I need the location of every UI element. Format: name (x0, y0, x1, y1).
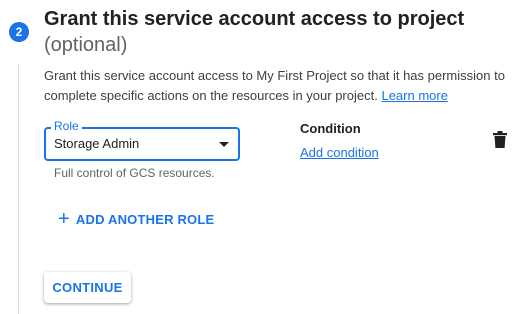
description: Grant this service account access to My … (44, 66, 514, 106)
add-condition-link[interactable]: Add condition (300, 145, 379, 161)
plus-icon: + (58, 208, 70, 230)
role-value: Storage Admin (54, 136, 140, 151)
role-helper-text: Full control of GCS resources. (54, 166, 215, 180)
condition-title: Condition (300, 121, 361, 136)
continue-button[interactable]: CONTINUE (44, 272, 131, 303)
step-rail (18, 64, 19, 314)
role-label: Role (51, 119, 82, 133)
add-another-role-button[interactable]: + ADD ANOTHER ROLE (58, 209, 214, 229)
step-number-badge: 2 (9, 22, 29, 42)
section-title: Grant this service account access to pro… (44, 6, 514, 58)
add-another-role-label: ADD ANOTHER ROLE (75, 211, 215, 227)
section-subtitle: (optional) (44, 34, 128, 56)
chevron-down-icon[interactable] (219, 142, 229, 147)
section-title-text: Grant this service account access to pro… (44, 8, 465, 30)
learn-more-link[interactable]: Learn more (381, 88, 447, 103)
trash-icon[interactable] (493, 131, 507, 148)
